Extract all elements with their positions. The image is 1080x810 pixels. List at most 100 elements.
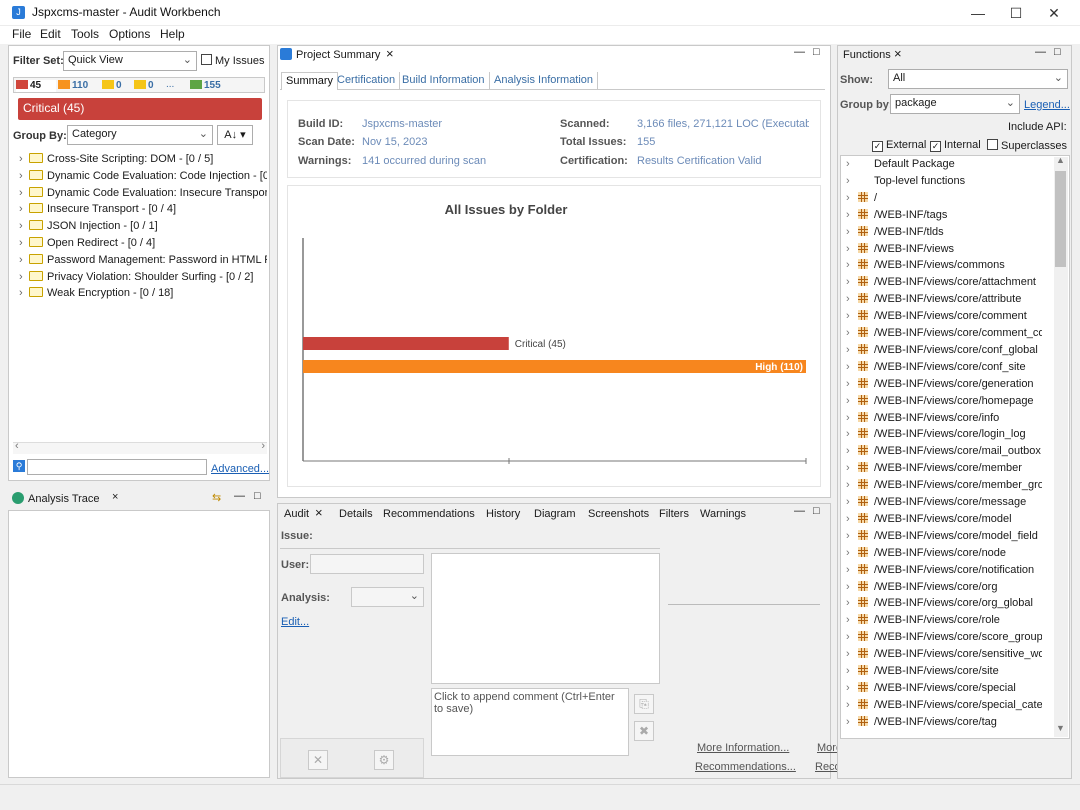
sort-button[interactable]: A↓ ▾ xyxy=(217,125,253,145)
medium-count-tab[interactable]: 0 xyxy=(102,80,132,92)
tab-diagram[interactable]: Diagram xyxy=(534,508,576,520)
chevron-right-icon[interactable]: › xyxy=(846,259,858,271)
issue-category-item[interactable]: › Dynamic Code Evaluation: Code Injection… xyxy=(19,169,267,186)
function-package-item[interactable]: › Top-level functions xyxy=(846,175,1042,191)
function-package-item[interactable]: › / xyxy=(846,191,1042,208)
maximize-panel-icon[interactable]: □ xyxy=(1054,46,1061,58)
function-package-item[interactable]: › /WEB-INF/views/core/score_group xyxy=(846,631,1042,647)
tab-warnings[interactable]: Warnings xyxy=(700,508,746,520)
chevron-right-icon[interactable]: › xyxy=(846,631,858,643)
chevron-right-icon[interactable]: › xyxy=(19,271,29,283)
menu-help[interactable]: Help xyxy=(160,27,185,41)
trace-link-icon[interactable]: ⇆ xyxy=(212,491,221,504)
minimize-panel-icon[interactable]: — xyxy=(234,490,245,502)
chevron-right-icon[interactable]: › xyxy=(846,327,858,339)
issue-category-item[interactable]: › Privacy Violation: Shoulder Surfing - [… xyxy=(19,270,253,287)
issue-category-item[interactable]: › Open Redirect - [0 / 4] xyxy=(19,237,155,253)
chevron-right-icon[interactable]: › xyxy=(19,170,29,182)
function-package-item[interactable]: › /WEB-INF/views/core/info xyxy=(846,411,1042,428)
function-package-item[interactable]: › /WEB-INF/views/core/comment_conf xyxy=(846,327,1042,343)
function-package-item[interactable]: › /WEB-INF/views/core/generation xyxy=(846,377,1042,394)
scroll-down-icon[interactable]: ▼ xyxy=(1056,723,1065,733)
issue-category-item[interactable]: › Weak Encryption - [0 / 18] xyxy=(19,287,173,303)
chart-bar-critical[interactable] xyxy=(303,337,509,350)
user-field[interactable] xyxy=(310,554,424,574)
function-package-item[interactable]: › /WEB-INF/views xyxy=(846,242,1042,259)
chevron-right-icon[interactable]: › xyxy=(846,344,858,356)
chevron-right-icon[interactable]: › xyxy=(846,496,858,508)
issue-category-item[interactable]: › Insecure Transport - [0 / 4] xyxy=(19,203,176,219)
issue-category-item[interactable]: › JSON Injection - [0 / 1] xyxy=(19,220,158,236)
function-package-item[interactable]: › /WEB-INF/views/core/message xyxy=(846,496,1042,512)
tab-summary[interactable]: Summary xyxy=(281,72,339,90)
chevron-right-icon[interactable]: › xyxy=(846,665,858,677)
chevron-right-icon[interactable]: › xyxy=(846,479,858,491)
recommendations-link[interactable]: Recommendations... xyxy=(695,761,796,773)
chevron-right-icon[interactable]: › xyxy=(846,445,858,457)
function-package-item[interactable]: › /WEB-INF/views/core/homepage xyxy=(846,394,1042,411)
function-package-item[interactable]: › /WEB-INF/views/core/member xyxy=(846,462,1042,478)
show-select[interactable]: All ⌄ xyxy=(888,69,1068,89)
function-package-item[interactable]: › /WEB-INF/tlds xyxy=(846,225,1042,242)
chevron-right-icon[interactable]: › xyxy=(846,412,858,424)
tab-recommendations[interactable]: Recommendations xyxy=(383,508,475,520)
function-package-item[interactable]: › /WEB-INF/views/core/comment xyxy=(846,310,1042,326)
chevron-right-icon[interactable]: › xyxy=(846,361,858,373)
function-package-item[interactable]: › /WEB-INF/views/core/special xyxy=(846,681,1042,698)
maximize-panel-icon[interactable]: □ xyxy=(813,505,820,517)
maximize-panel-icon[interactable]: □ xyxy=(254,490,261,502)
critical-count-tab[interactable]: 45 xyxy=(16,80,56,92)
function-package-item[interactable]: › /WEB-INF/views/core/tag xyxy=(846,715,1042,732)
function-package-item[interactable]: › /WEB-INF/views/core/model_field xyxy=(846,529,1042,546)
close-button[interactable]: ✕ xyxy=(1034,0,1074,26)
chevron-right-icon[interactable]: › xyxy=(846,530,858,542)
menu-file[interactable]: File xyxy=(12,27,31,41)
chevron-right-icon[interactable]: › xyxy=(846,597,858,609)
function-package-item[interactable]: › /WEB-INF/views/core/login_log xyxy=(846,428,1042,444)
close-tab-icon[interactable]: × xyxy=(386,46,394,61)
critical-banner[interactable]: Critical (45) xyxy=(18,98,262,120)
project-summary-tab[interactable]: Project Summary xyxy=(296,49,380,61)
function-package-item[interactable]: › /WEB-INF/views/core/site xyxy=(846,665,1042,681)
chevron-right-icon[interactable]: › xyxy=(846,699,858,711)
function-package-item[interactable]: › /WEB-INF/views/core/sensitive_word xyxy=(846,648,1042,664)
chevron-right-icon[interactable]: › xyxy=(19,254,29,266)
advanced-search-link[interactable]: Advanced... xyxy=(211,463,269,475)
scroll-right-icon[interactable]: › xyxy=(261,440,265,452)
close-tab-icon[interactable]: × xyxy=(315,505,323,520)
chevron-right-icon[interactable]: › xyxy=(19,203,29,215)
high-count-tab[interactable]: 110 xyxy=(58,80,100,92)
append-comment-icon[interactable]: ⎘ xyxy=(634,694,654,714)
superclasses-checkbox[interactable]: Superclasses xyxy=(987,139,1067,152)
chevron-right-icon[interactable]: › xyxy=(846,648,858,660)
chevron-right-icon[interactable]: › xyxy=(846,378,858,390)
tab-analysis-information[interactable]: Analysis Information xyxy=(490,72,599,90)
function-package-item[interactable]: › /WEB-INF/views/core/attribute xyxy=(846,293,1042,309)
chevron-right-icon[interactable]: › xyxy=(846,716,858,728)
chevron-right-icon[interactable]: › xyxy=(846,614,858,626)
comments-area[interactable] xyxy=(431,553,660,684)
chevron-right-icon[interactable]: › xyxy=(846,243,858,255)
close-tab-icon[interactable]: × xyxy=(894,46,902,61)
group-by-select[interactable]: Category ⌄ xyxy=(67,125,213,145)
chevron-right-icon[interactable]: › xyxy=(846,462,858,474)
scrollbar-thumb[interactable] xyxy=(1055,171,1066,267)
bug-icon[interactable]: ⚙ xyxy=(374,750,394,770)
function-package-item[interactable]: › /WEB-INF/views/core/conf_global xyxy=(846,343,1042,360)
all-count-tab[interactable]: 155 xyxy=(190,80,234,92)
scroll-left-icon[interactable]: ‹ xyxy=(15,440,19,452)
chevron-right-icon[interactable]: › xyxy=(19,220,29,232)
internal-checkbox[interactable]: ✓ Internal xyxy=(930,139,981,152)
chevron-right-icon[interactable]: › xyxy=(19,153,29,165)
tab-build-information[interactable]: Build Information xyxy=(398,72,490,90)
horizontal-scrollbar[interactable]: ‹ › xyxy=(13,440,267,454)
tab-history[interactable]: History xyxy=(486,508,520,520)
tab-screenshots[interactable]: Screenshots xyxy=(588,508,649,520)
chevron-right-icon[interactable]: › xyxy=(846,175,858,187)
issue-category-item[interactable]: › Password Management: Password in HTML F… xyxy=(19,253,267,270)
function-package-item[interactable]: › /WEB-INF/views/core/conf_site xyxy=(846,360,1042,377)
chevron-right-icon[interactable]: › xyxy=(846,682,858,694)
chevron-right-icon[interactable]: › xyxy=(846,226,858,238)
search-icon[interactable]: ⚲ xyxy=(13,460,25,472)
function-package-item[interactable]: › /WEB-INF/views/core/attachment xyxy=(846,276,1042,292)
